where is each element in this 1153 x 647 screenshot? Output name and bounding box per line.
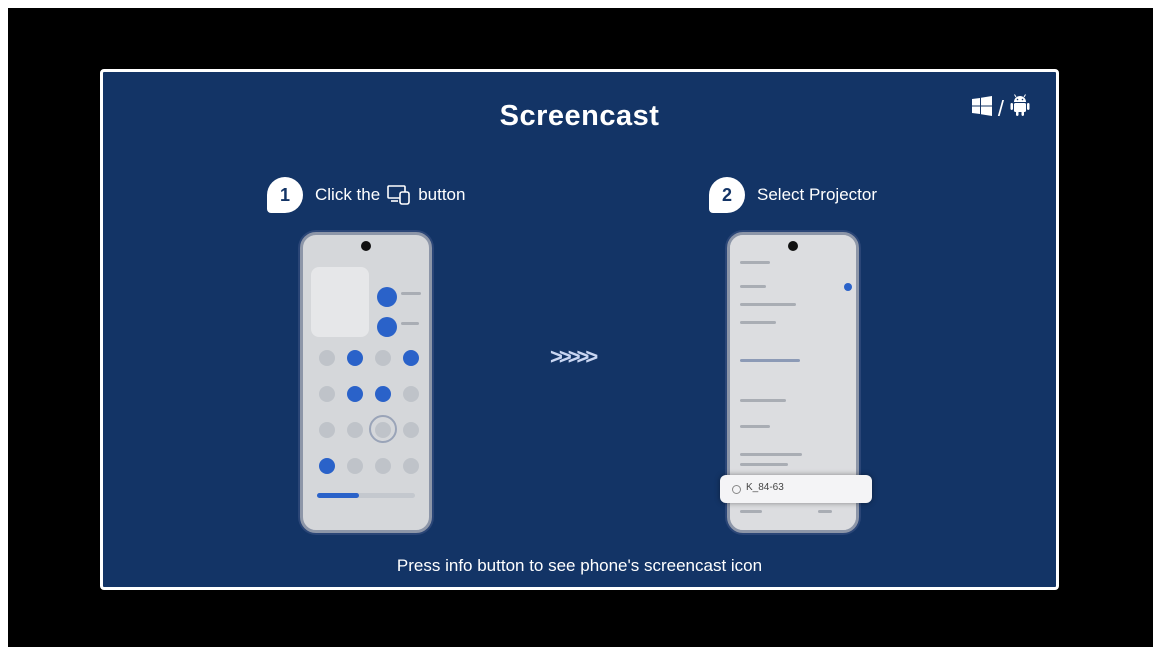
windows-icon xyxy=(971,96,992,121)
phone-projector-screenshot: K_84-63 xyxy=(720,232,872,533)
arrows: >>>>> xyxy=(550,344,598,369)
os-separator: / xyxy=(997,95,1004,121)
step-1: 1 Click the button xyxy=(267,177,465,213)
qs-tile-icon xyxy=(377,287,397,307)
screencast-icon xyxy=(387,185,411,205)
phone-quick-settings-screenshot xyxy=(300,232,432,533)
step-2-text: Select Projector xyxy=(757,185,877,204)
footer-instruction: Press info button to see phone's screenc… xyxy=(396,556,763,575)
qs-tile-icon xyxy=(377,317,397,337)
step-2-badge: 2 xyxy=(709,177,745,213)
media-panel xyxy=(311,267,369,337)
phone-camera xyxy=(788,241,798,251)
brightness-slider xyxy=(317,493,359,498)
step-1-badge: 1 xyxy=(267,177,303,213)
step-1-text-before: Click the xyxy=(315,185,381,204)
step-1-text-after: button xyxy=(418,185,466,204)
device-radio-icon xyxy=(732,485,741,494)
page-title: Screencast xyxy=(499,100,660,132)
projector-device-item[interactable]: K_84-63 xyxy=(720,475,872,503)
android-icon xyxy=(1010,94,1030,123)
device-label: K_84-63 xyxy=(746,482,784,493)
screencast-panel: Screencast / 1 Click the button 2 Select… xyxy=(100,69,1059,590)
step-2: 2 Select Projector xyxy=(709,177,877,213)
os-icons: / xyxy=(971,94,1030,123)
phone-camera xyxy=(361,241,371,251)
